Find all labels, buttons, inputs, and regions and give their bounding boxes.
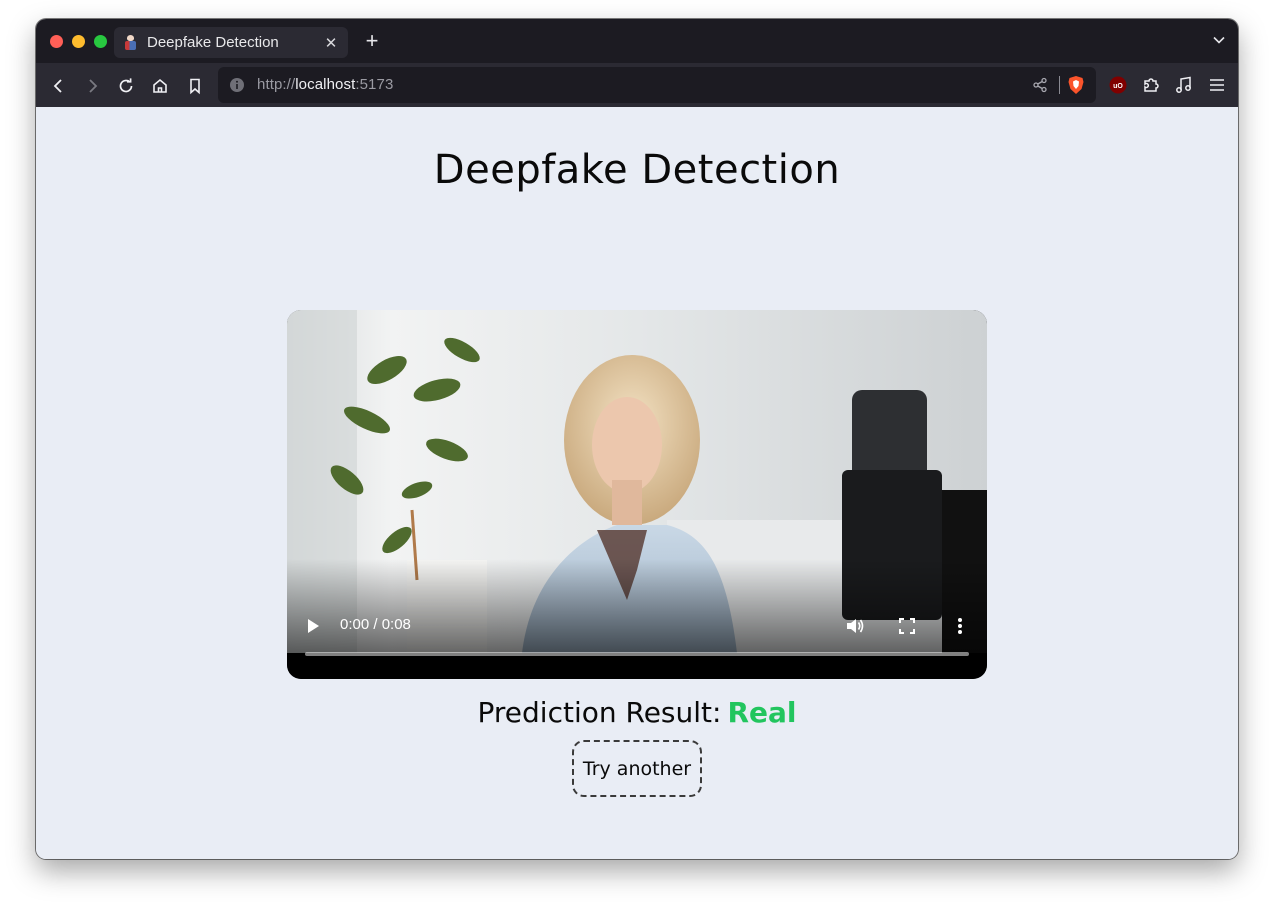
ublock-icon[interactable]: uO	[1108, 75, 1128, 100]
prediction-result: Prediction Result: Real	[36, 696, 1238, 729]
close-icon[interactable]: ✕	[324, 34, 338, 52]
info-icon[interactable]	[229, 77, 245, 93]
prediction-label: Prediction Result:	[477, 696, 722, 729]
plus-icon[interactable]: +	[360, 28, 384, 54]
window-controls	[50, 35, 107, 48]
maximize-window-button[interactable]	[94, 35, 107, 48]
video-time: 0:00 / 0:08	[340, 616, 411, 633]
fullscreen-icon[interactable]	[899, 618, 915, 639]
navigation-bar: http://localhost:5173 uO	[36, 63, 1238, 107]
home-icon[interactable]	[149, 75, 171, 97]
volume-icon[interactable]	[845, 616, 865, 641]
tab-bar: Deepfake Detection ✕ +	[36, 19, 1238, 63]
favicon-icon	[124, 34, 137, 51]
url-port: :5173	[355, 76, 394, 93]
address-bar[interactable]: http://localhost:5173	[218, 67, 1096, 103]
brave-shield-icon[interactable]	[1066, 75, 1086, 100]
page-content: Deepfake Detection 0:00 / 0:08 Predictio…	[36, 107, 1238, 859]
video-progress-bar[interactable]	[305, 652, 969, 656]
back-icon[interactable]	[48, 75, 70, 97]
url-text[interactable]: http://localhost:5173	[257, 76, 393, 93]
more-options-icon[interactable]	[957, 617, 963, 640]
share-icon[interactable]	[1032, 77, 1048, 98]
url-scheme: http://	[257, 76, 296, 93]
try-another-button[interactable]: Try another	[572, 740, 702, 797]
music-icon[interactable]	[1174, 75, 1194, 100]
chevron-down-icon[interactable]	[1212, 33, 1226, 52]
reload-icon[interactable]	[115, 75, 137, 97]
svg-text:uO: uO	[1113, 83, 1123, 90]
forward-icon[interactable]	[81, 75, 103, 97]
close-window-button[interactable]	[50, 35, 63, 48]
url-host: localhost	[295, 76, 356, 93]
page-title: Deepfake Detection	[433, 147, 841, 193]
video-player[interactable]: 0:00 / 0:08	[287, 310, 987, 679]
minimize-window-button[interactable]	[72, 35, 85, 48]
menu-icon[interactable]	[1207, 75, 1227, 100]
prediction-value: Real	[727, 696, 797, 729]
extensions-icon[interactable]	[1141, 75, 1161, 100]
bookmark-icon[interactable]	[184, 75, 206, 97]
tab-title: Deepfake Detection	[147, 34, 279, 51]
divider	[1059, 76, 1060, 94]
play-icon[interactable]	[305, 617, 321, 640]
tab-active[interactable]: Deepfake Detection ✕	[114, 27, 348, 58]
browser-window: Deepfake Detection ✕ + http://localhost:…	[36, 19, 1238, 859]
